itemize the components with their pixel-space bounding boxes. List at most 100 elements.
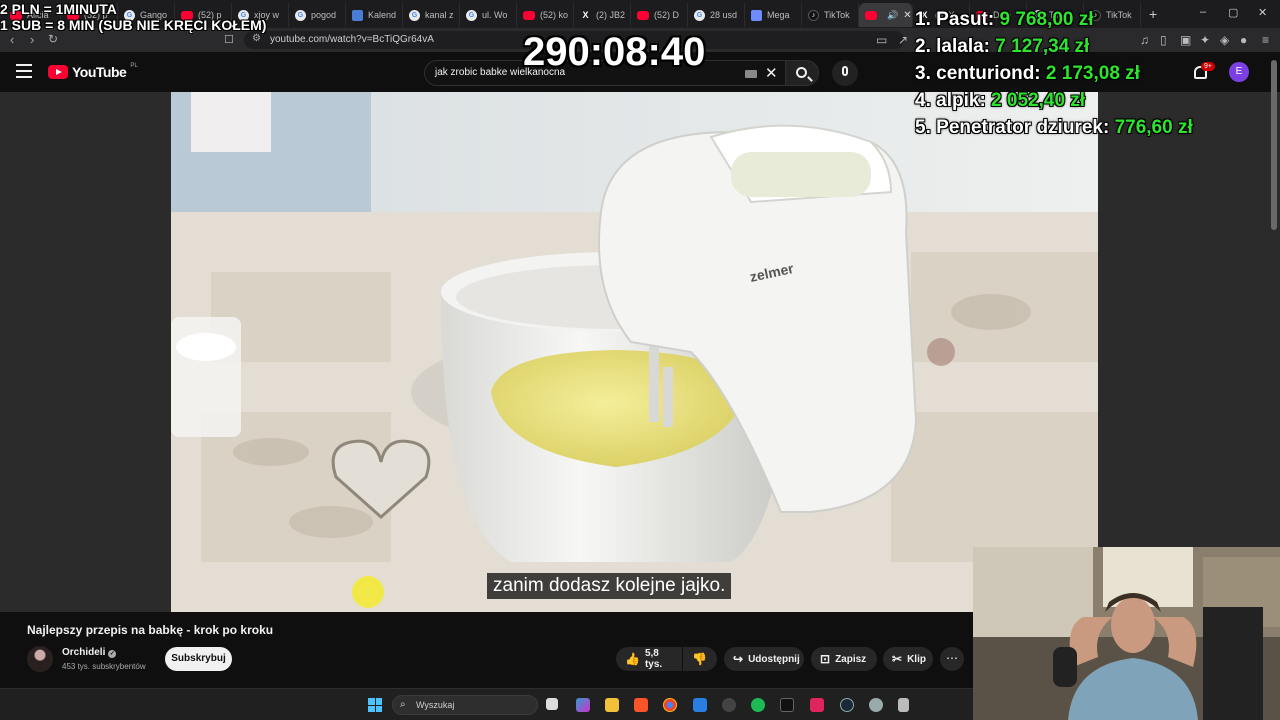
- site-info-icon[interactable]: ⚙: [252, 33, 261, 44]
- task-view-icon[interactable]: [546, 698, 558, 710]
- taskbar-search[interactable]: ⌕ Wyszukaj: [392, 695, 538, 715]
- brave-icon[interactable]: [634, 698, 648, 712]
- video-player[interactable]: zelmer: [171, 92, 1098, 612]
- search-button[interactable]: [785, 60, 819, 86]
- tab-title: (52) D: [654, 10, 680, 20]
- leaderboard-amount: 7 127,34 zł: [995, 36, 1090, 57]
- channel-name[interactable]: Orchideli ✓: [62, 647, 117, 658]
- music-app-icon[interactable]: [780, 698, 794, 712]
- copilot-icon[interactable]: [576, 698, 590, 712]
- donation-rule-line-1: 2 PLN = 1MINUTA: [0, 1, 117, 17]
- google-favicon-icon: G: [409, 9, 420, 21]
- browser-tab[interactable]: ♪ TikTok: [802, 3, 859, 27]
- tab-close-icon[interactable]: ✕: [903, 10, 911, 21]
- browser-tab[interactable]: 🔊 ✕: [859, 3, 913, 27]
- page-scrollbar[interactable]: [1271, 60, 1277, 230]
- screen: Alicia (52) p G Gango (52) p Gxjoy w Gpogod Kal…: [0, 0, 1280, 720]
- leaderboard-row: 3. centuriond: 2 173,08 zł: [915, 63, 1193, 90]
- notifications-badge: 9+: [1201, 62, 1215, 71]
- back-icon[interactable]: ‹: [10, 32, 14, 47]
- donation-rule-line-2: 1 SUB = 8 MIN (SUB NIE KRĘCI KOŁEM): [0, 17, 267, 33]
- clip-button[interactable]: ✂ Klip: [883, 647, 933, 671]
- browser-tab[interactable]: Mega: [745, 3, 802, 27]
- leaderboard-amount: 9 768,00 zł: [999, 9, 1094, 30]
- cast-icon[interactable]: ▭: [876, 33, 887, 47]
- donation-leaderboard: 1. Pasut: 9 768,00 zł 2. lalala: 7 127,34…: [915, 9, 1193, 144]
- window-close-icon[interactable]: ✕: [1258, 6, 1267, 19]
- keyboard-icon[interactable]: [745, 70, 757, 78]
- shield-icon[interactable]: ◈: [1220, 33, 1229, 47]
- leaderboard-donor-name: Penetrator dziurek:: [936, 117, 1110, 138]
- app-icon[interactable]: [722, 698, 736, 712]
- profile-icon[interactable]: ●: [1240, 33, 1247, 47]
- tab-title: (2) JB2: [596, 10, 626, 20]
- clip-label: Klip: [907, 653, 926, 665]
- channel-avatar[interactable]: [27, 646, 53, 672]
- calculator-icon[interactable]: [898, 698, 909, 712]
- player-letterbox-right: [1098, 92, 1280, 612]
- store-icon[interactable]: [693, 698, 707, 712]
- youtube-favicon-icon: [523, 10, 535, 20]
- browser-tab[interactable]: G 28 usd: [688, 3, 745, 27]
- microphone-icon: [842, 66, 848, 76]
- browser-tab[interactable]: (52) ko: [517, 3, 574, 27]
- google-favicon-icon: G: [295, 9, 306, 21]
- x-favicon-icon: X: [582, 10, 589, 20]
- browser-app-icon[interactable]: [810, 698, 824, 712]
- share-button[interactable]: ↪ Udostępnij: [724, 647, 804, 671]
- browser-tab[interactable]: Gul. Wo: [460, 3, 517, 27]
- chrome-icon[interactable]: [663, 698, 677, 712]
- tab-title: TikTok: [824, 10, 850, 20]
- minimize-icon[interactable]: –: [1200, 6, 1206, 18]
- video-frame-image: zelmer: [171, 92, 1098, 612]
- url-text: youtube.com/watch?v=BcTiQGr64vA: [270, 34, 434, 45]
- subscribe-button[interactable]: Subskrybuj: [165, 647, 232, 671]
- video-subtitle: zanim dodasz kolejne jajko.: [487, 573, 732, 599]
- settings-icon[interactable]: [869, 698, 883, 712]
- extension-icon[interactable]: ✦: [1200, 33, 1210, 47]
- steam-icon[interactable]: [840, 698, 854, 712]
- maximize-icon[interactable]: ▢: [1228, 6, 1238, 19]
- dislike-button[interactable]: 👎: [683, 647, 717, 671]
- share-icon[interactable]: ↗: [898, 33, 908, 47]
- windows-start-icon[interactable]: [368, 698, 382, 712]
- streamer-webcam: [973, 547, 1280, 720]
- browser-tab[interactable]: Gpogod: [289, 3, 346, 27]
- more-actions-icon[interactable]: ⋯: [940, 647, 964, 671]
- clear-search-icon[interactable]: ✕: [765, 64, 778, 82]
- leaderboard-row: 4. alpik: 2 052,40 zł: [915, 90, 1193, 117]
- account-avatar[interactable]: E: [1229, 62, 1249, 82]
- browser-tab[interactable]: X (2) JB2: [574, 3, 631, 27]
- hamburger-menu-icon[interactable]: [16, 64, 32, 78]
- forward-icon[interactable]: ›: [30, 32, 34, 47]
- menu-icon[interactable]: ≡: [1262, 33, 1269, 47]
- region-code: PL: [130, 63, 138, 69]
- youtube-wordmark: YouTube: [72, 64, 127, 80]
- voice-search-button[interactable]: [832, 60, 858, 86]
- save-button[interactable]: ⊡ Zapisz: [811, 647, 877, 671]
- bookmark-icon[interactable]: ☐: [224, 33, 234, 46]
- share-arrow-icon: ↪: [733, 652, 744, 666]
- browser-tab[interactable]: Kalend: [346, 3, 403, 27]
- leaderboard-rank: 5.: [915, 117, 931, 138]
- channel-subscriber-count: 453 tys. subskrybentów: [62, 662, 146, 671]
- leaderboard-rank: 3.: [915, 63, 931, 84]
- save-bookmark-icon: ⊡: [820, 652, 831, 666]
- file-explorer-icon[interactable]: [605, 698, 619, 712]
- leaderboard-row: 2. lalala: 7 127,34 zł: [915, 36, 1193, 63]
- google-favicon-icon: G: [466, 9, 477, 21]
- tab-title: Kalend: [368, 10, 397, 20]
- taskbar-search-placeholder: Wyszukaj: [416, 700, 455, 710]
- youtube-logo[interactable]: YouTube PL: [48, 63, 138, 80]
- spotify-icon[interactable]: [751, 698, 765, 712]
- search-icon: [796, 67, 807, 78]
- tab-title: 28 usd: [710, 10, 738, 20]
- tab-audio-icon[interactable]: 🔊: [887, 10, 898, 21]
- verified-icon: ✓: [108, 650, 117, 658]
- browser-tab[interactable]: (52) D: [631, 3, 688, 27]
- browser-tab[interactable]: Gkanal z: [403, 3, 460, 27]
- like-button[interactable]: 👍 5,8 tys.: [616, 647, 682, 671]
- tab-title: Mega: [767, 10, 790, 20]
- leaderboard-amount: 2 173,08 zł: [1045, 63, 1140, 84]
- reload-icon[interactable]: ↻: [48, 32, 58, 46]
